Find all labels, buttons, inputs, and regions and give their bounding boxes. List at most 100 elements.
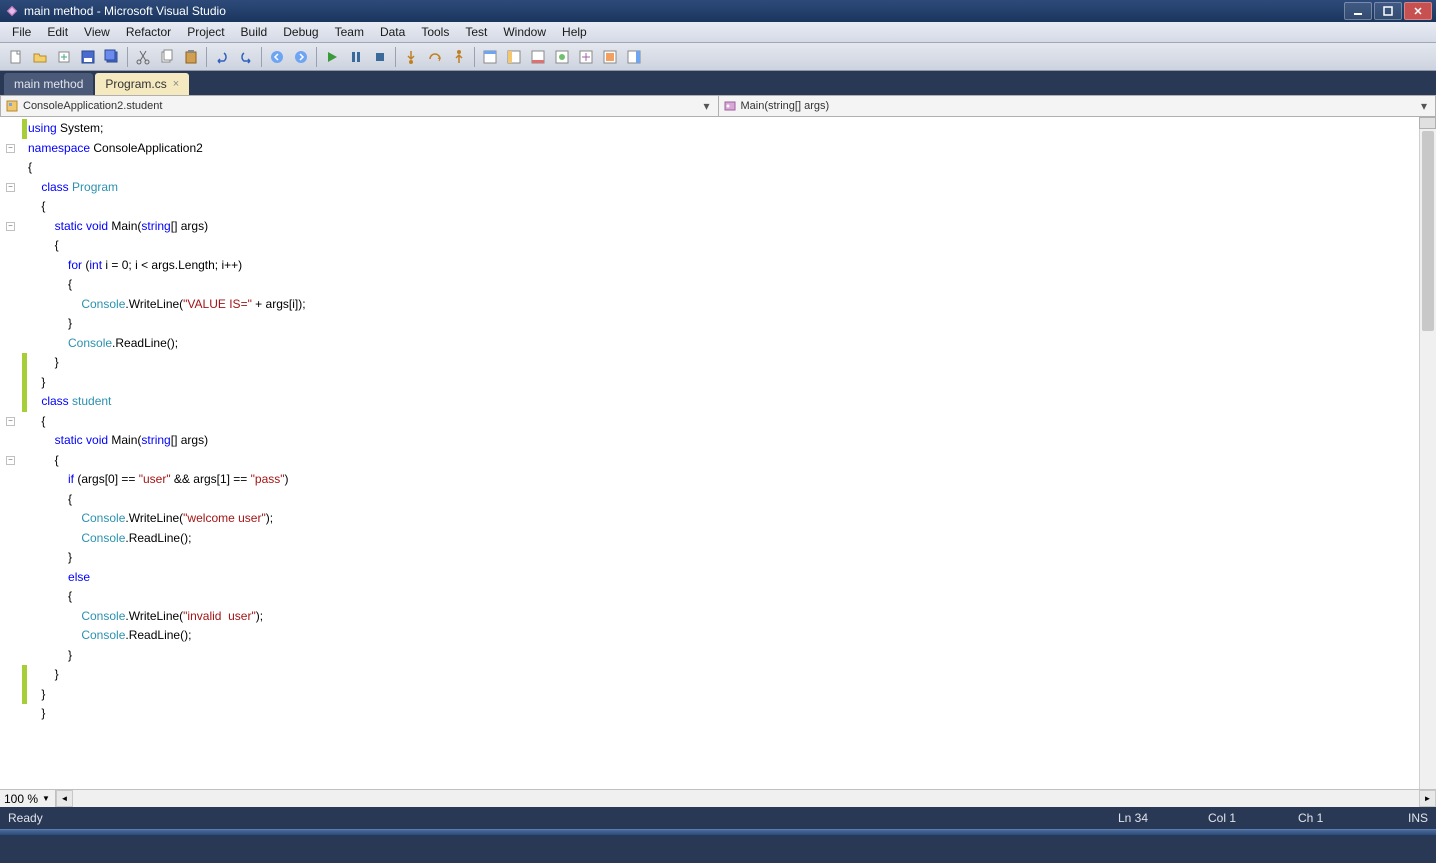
horizontal-scrollbar[interactable]	[73, 790, 1419, 807]
code-line[interactable]: }	[28, 548, 1419, 568]
toolbar-nav-back-button[interactable]	[266, 46, 288, 68]
scrollbar-thumb[interactable]	[1422, 131, 1434, 331]
menu-window[interactable]: Window	[495, 23, 554, 41]
code-line[interactable]: using System;	[28, 119, 1419, 139]
zoom-value: 100 %	[4, 792, 38, 806]
code-line[interactable]: Console.ReadLine();	[28, 529, 1419, 549]
toolbar-redo-button[interactable]	[235, 46, 257, 68]
toolbar-save-button[interactable]	[77, 46, 99, 68]
toolbar-stop-button[interactable]	[369, 46, 391, 68]
code-line[interactable]: static void Main(string[] args)	[28, 431, 1419, 451]
toolbar-open-button[interactable]	[29, 46, 51, 68]
toolbar-win1-button[interactable]	[479, 46, 501, 68]
toolbar-undo-button[interactable]	[211, 46, 233, 68]
menu-view[interactable]: View	[76, 23, 118, 41]
code-line[interactable]: {	[28, 197, 1419, 217]
toolbar-step-over-button[interactable]	[424, 46, 446, 68]
toolbar-cut-button[interactable]	[132, 46, 154, 68]
code-line[interactable]: class Program	[28, 178, 1419, 198]
menu-refactor[interactable]: Refactor	[118, 23, 179, 41]
code-line[interactable]: Console.WriteLine("invalid user");	[28, 607, 1419, 627]
toolbar-win4-button[interactable]	[551, 46, 573, 68]
zoom-dropdown[interactable]: 100 % ▼	[0, 790, 56, 807]
code-line[interactable]: {	[28, 236, 1419, 256]
win5-icon	[578, 49, 594, 65]
code-line[interactable]: {	[28, 451, 1419, 471]
close-icon[interactable]: ×	[173, 78, 179, 90]
code-line[interactable]: Console.WriteLine("welcome user");	[28, 509, 1419, 529]
toolbar-new-button[interactable]	[5, 46, 27, 68]
code-line[interactable]: {	[28, 275, 1419, 295]
toolbar-win6-button[interactable]	[599, 46, 621, 68]
code-line[interactable]: }	[28, 665, 1419, 685]
outline-collapse-button[interactable]: −	[6, 222, 15, 231]
toolbar-step-into-button[interactable]	[400, 46, 422, 68]
outline-collapse-button[interactable]: −	[6, 144, 15, 153]
tab-main-method[interactable]: main method	[4, 73, 93, 95]
scroll-left-button[interactable]: ◄	[56, 790, 73, 807]
toolbar-play-button[interactable]	[321, 46, 343, 68]
split-handle[interactable]	[1419, 117, 1436, 129]
menu-help[interactable]: Help	[554, 23, 595, 41]
toolbar-copy-button[interactable]	[156, 46, 178, 68]
toolbar-win5-button[interactable]	[575, 46, 597, 68]
menu-test[interactable]: Test	[457, 23, 495, 41]
code-line[interactable]: }	[28, 646, 1419, 666]
code-line[interactable]: {	[28, 158, 1419, 178]
menu-tools[interactable]: Tools	[413, 23, 457, 41]
type-dropdown[interactable]: ConsoleApplication2.student ▾	[1, 96, 719, 116]
toolbar-paste-button[interactable]	[180, 46, 202, 68]
chevron-down-icon: ▾	[1417, 99, 1431, 113]
code-line[interactable]: Console.ReadLine();	[28, 334, 1419, 354]
menu-debug[interactable]: Debug	[275, 23, 326, 41]
menu-build[interactable]: Build	[233, 23, 276, 41]
outline-collapse-button[interactable]: −	[6, 183, 15, 192]
nav-back-icon	[269, 49, 285, 65]
windows-taskbar[interactable]	[0, 829, 1436, 835]
toolbar-saveall-button[interactable]	[101, 46, 123, 68]
code-line[interactable]: if (args[0] == "user" && args[1] == "pas…	[28, 470, 1419, 490]
code-line[interactable]: {	[28, 412, 1419, 432]
code-line[interactable]: }	[28, 314, 1419, 334]
menu-edit[interactable]: Edit	[39, 23, 76, 41]
new-icon	[8, 49, 24, 65]
member-dropdown[interactable]: Main(string[] args) ▾	[719, 96, 1436, 116]
close-button[interactable]	[1404, 2, 1432, 20]
code-line[interactable]: }	[28, 685, 1419, 705]
code-line[interactable]: Console.WriteLine("VALUE IS=" + args[i])…	[28, 295, 1419, 315]
code-line[interactable]: {	[28, 587, 1419, 607]
toolbar-nav-fwd-button[interactable]	[290, 46, 312, 68]
code-line[interactable]: namespace ConsoleApplication2	[28, 139, 1419, 159]
menu-file[interactable]: File	[4, 23, 39, 41]
scroll-right-button[interactable]: ►	[1419, 790, 1436, 807]
code-line[interactable]: {	[28, 490, 1419, 510]
redo-icon	[238, 49, 254, 65]
toolbar-pause-button[interactable]	[345, 46, 367, 68]
outline-collapse-button[interactable]: −	[6, 417, 15, 426]
outline-collapse-button[interactable]: −	[6, 456, 15, 465]
code-line[interactable]: }	[28, 704, 1419, 724]
toolbar-add-button[interactable]	[53, 46, 75, 68]
tab-program-cs[interactable]: Program.cs×	[95, 73, 189, 95]
minimize-button[interactable]	[1344, 2, 1372, 20]
code-line[interactable]: Console.ReadLine();	[28, 626, 1419, 646]
toolbar-win2-button[interactable]	[503, 46, 525, 68]
code-line[interactable]: for (int i = 0; i < args.Length; i++)	[28, 256, 1419, 276]
code-line[interactable]: }	[28, 353, 1419, 373]
code-line[interactable]: static void Main(string[] args)	[28, 217, 1419, 237]
vertical-scrollbar[interactable]	[1419, 117, 1436, 789]
nav-fwd-icon	[293, 49, 309, 65]
toolbar-win7-button[interactable]	[623, 46, 645, 68]
menu-data[interactable]: Data	[372, 23, 413, 41]
toolbar-win3-button[interactable]	[527, 46, 549, 68]
code-editor[interactable]: − − − − − using System;namespace ConsoleAppl…	[0, 117, 1436, 789]
maximize-button[interactable]	[1374, 2, 1402, 20]
toolbar-step-out-button[interactable]	[448, 46, 470, 68]
save-icon	[80, 49, 96, 65]
code-line[interactable]: }	[28, 373, 1419, 393]
code-area[interactable]: using System;namespace ConsoleApplicatio…	[22, 117, 1419, 789]
code-line[interactable]: else	[28, 568, 1419, 588]
code-line[interactable]: class student	[28, 392, 1419, 412]
menu-team[interactable]: Team	[327, 23, 372, 41]
menu-project[interactable]: Project	[179, 23, 232, 41]
